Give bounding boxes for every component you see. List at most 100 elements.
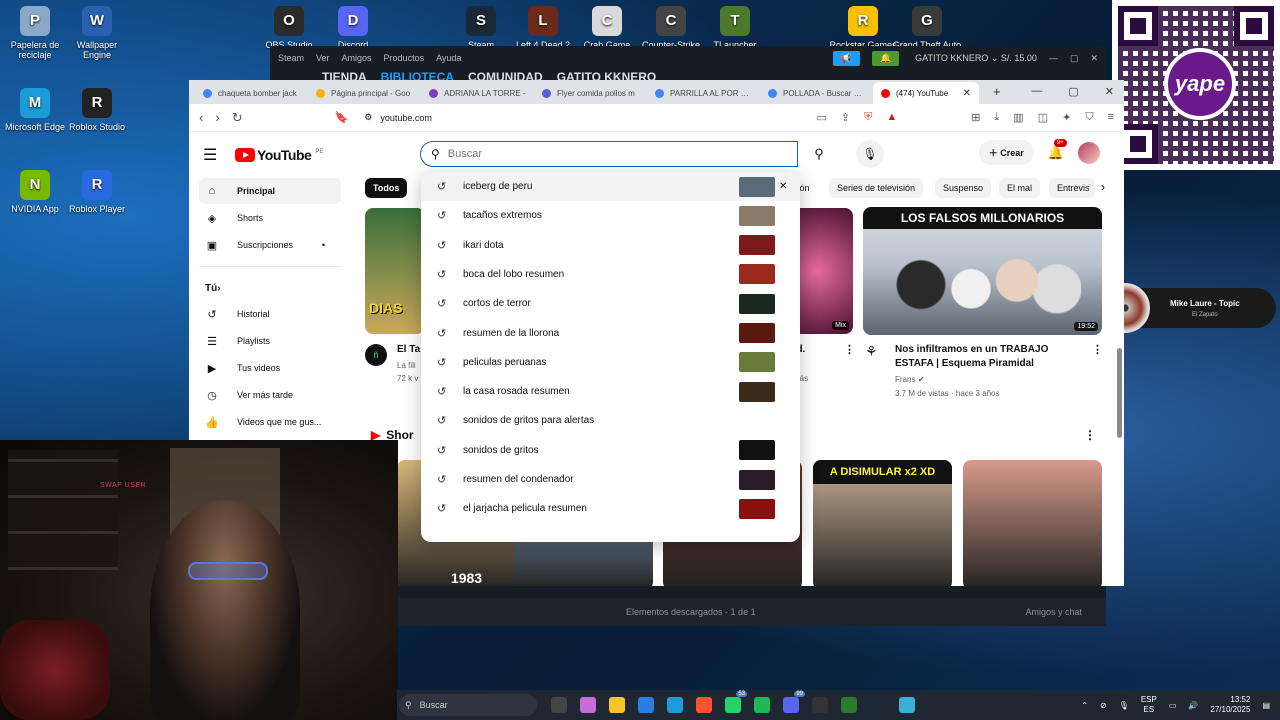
maximize-button[interactable]: ▢ bbox=[1068, 85, 1078, 98]
scrollbar[interactable] bbox=[1117, 348, 1122, 438]
brave-shield-icon[interactable]: ⛨ bbox=[864, 111, 872, 124]
steam-menu-ver[interactable]: Ver bbox=[316, 53, 330, 63]
discord-icon[interactable]: 99 bbox=[783, 691, 805, 713]
volume-icon[interactable]: 🔊 bbox=[1188, 701, 1198, 710]
video-thumbnail[interactable]: DIAS bbox=[365, 208, 425, 334]
browser-tab[interactable]: Flyer comida pollos m bbox=[534, 82, 647, 104]
steam-menu-productos[interactable]: Productos bbox=[384, 53, 425, 63]
suggestion-item[interactable]: ↺ tacaños extremos bbox=[421, 201, 800, 230]
steam-menu-steam[interactable]: Steam bbox=[278, 53, 304, 63]
share-icon[interactable]: ⇪ bbox=[841, 111, 850, 124]
channel-avatar[interactable]: ⚘ bbox=[865, 343, 878, 360]
desktop-icon[interactable]: R Roblox Player bbox=[62, 170, 132, 214]
chip-series[interactable]: Series de televisión bbox=[829, 178, 924, 198]
youtube-logo[interactable]: YouTube PE bbox=[235, 147, 323, 163]
chip-todos[interactable]: Todos bbox=[365, 178, 408, 198]
notifications-button[interactable]: 🔔 9+ bbox=[1048, 138, 1067, 161]
suggestion-item[interactable]: ↺ sonidos de gritos bbox=[421, 436, 800, 465]
desktop-icon[interactable]: C Counter-Strike bbox=[636, 6, 706, 50]
menu-icon[interactable]: ≡ bbox=[1108, 111, 1114, 124]
language-indicator[interactable]: ESP ES bbox=[1141, 695, 1157, 714]
desktop-icon[interactable]: R Rockstar Games bbox=[828, 6, 898, 50]
clock[interactable]: 13:52 27/10/2025 bbox=[1210, 695, 1250, 716]
desktop-icon[interactable]: O OBS Studio bbox=[254, 6, 324, 50]
suggestion-item[interactable]: ↺ cortos de terror bbox=[421, 289, 800, 318]
chip-suspenso[interactable]: Suspenso bbox=[935, 178, 992, 198]
sidebar-item-shorts[interactable]: ◈ Shorts bbox=[199, 205, 341, 231]
forward-icon[interactable]: › bbox=[215, 110, 219, 125]
notifications-icon[interactable]: ▤ bbox=[1262, 701, 1270, 710]
network-off-icon[interactable]: ⊘ bbox=[1100, 701, 1107, 710]
steam-maximize-button[interactable]: ▢ bbox=[1070, 53, 1079, 64]
extensions-icon[interactable]: ⊞ bbox=[971, 111, 980, 124]
short-thumbnail[interactable]: A DISIMULAR x2 XD bbox=[813, 460, 952, 586]
channel-name[interactable]: Frans ✔ bbox=[895, 374, 924, 386]
sidebar-icon[interactable]: ▥ bbox=[1013, 111, 1023, 124]
search-box[interactable]: ⚲ bbox=[420, 141, 798, 167]
brave-icon[interactable] bbox=[696, 697, 712, 713]
short-thumbnail[interactable] bbox=[963, 460, 1102, 586]
copilot-icon[interactable] bbox=[580, 697, 596, 713]
cast-icon[interactable]: ▭ bbox=[816, 111, 826, 124]
video-title[interactable]: El Ta bbox=[397, 343, 420, 357]
leo-icon[interactable]: ✦ bbox=[1062, 111, 1071, 124]
sidebar-you-header[interactable]: Tú › bbox=[199, 275, 341, 301]
suggestion-item[interactable]: ↺ iceberg de peru ✕ bbox=[421, 172, 800, 201]
back-icon[interactable]: ‹ bbox=[199, 110, 203, 125]
video-thumbnail[interactable]: Mix bbox=[793, 208, 853, 334]
guide-menu-icon[interactable]: ☰ bbox=[203, 145, 225, 165]
downloads-status[interactable]: Elementos descargados - 1 de 1 bbox=[626, 607, 756, 617]
steam-minimize-button[interactable]: — bbox=[1049, 53, 1058, 63]
desktop-icon[interactable]: W Wallpaper Engine bbox=[62, 6, 132, 61]
downloads-icon[interactable]: ⤓ bbox=[994, 111, 999, 124]
browser-tab[interactable]: chaqueta bomber jack bbox=[195, 82, 308, 104]
sidebar-item-4[interactable]: 👍 Videos que me gus... bbox=[199, 409, 341, 435]
store-icon[interactable] bbox=[638, 697, 654, 713]
more-options-icon[interactable]: ⋮ bbox=[844, 343, 855, 356]
desktop-icon[interactable]: S Steam bbox=[446, 6, 516, 50]
close-button[interactable]: ✕ bbox=[1105, 85, 1114, 98]
avatar[interactable] bbox=[1078, 141, 1100, 164]
bookmark-icon[interactable]: 🔖 bbox=[335, 111, 349, 124]
edge-icon[interactable] bbox=[667, 697, 683, 713]
create-button[interactable]: ＋ Crear bbox=[978, 140, 1034, 165]
suggestion-item[interactable]: ↺ peliculas peruanas bbox=[421, 348, 800, 377]
desktop-icon[interactable]: R Roblox Studio bbox=[62, 88, 132, 132]
sidebar-item-0[interactable]: ↺ Historial bbox=[199, 301, 341, 327]
url-field[interactable]: ⚙ youtube.com bbox=[364, 112, 432, 123]
chevron-right-icon[interactable]: › bbox=[1101, 180, 1105, 194]
spotify-icon[interactable] bbox=[754, 697, 770, 713]
minimize-button[interactable]: — bbox=[1031, 85, 1042, 98]
suggestion-item[interactable]: ↺ ikari dota bbox=[421, 231, 800, 260]
desktop-icon[interactable]: P Papelera de reciclaje bbox=[0, 6, 70, 61]
desktop-icon[interactable]: G Grand Theft Auto bbox=[892, 6, 962, 50]
remove-suggestion-icon[interactable]: ✕ bbox=[779, 181, 787, 192]
voice-search-button[interactable]: 🎙 bbox=[856, 140, 884, 168]
notification-icon[interactable]: 🔔 bbox=[871, 50, 900, 66]
task-view-icon[interactable] bbox=[551, 697, 567, 713]
channel-name[interactable]: La fili bbox=[397, 360, 416, 372]
video-title[interactable]: Nos infiltramos en un TRABAJO ESTAFA | E… bbox=[895, 343, 1065, 370]
rewards-icon[interactable]: ▲ bbox=[886, 111, 897, 124]
sidebar-item-principal[interactable]: ⌂ Principal bbox=[199, 178, 341, 204]
new-tab-button[interactable]: + bbox=[993, 84, 1001, 99]
close-tab-icon[interactable]: ✕ bbox=[963, 88, 971, 99]
search-input[interactable] bbox=[447, 148, 768, 160]
more-options-icon[interactable]: ⋮ bbox=[1084, 428, 1096, 442]
suggestion-item[interactable]: ↺ resumen de la llorona bbox=[421, 319, 800, 348]
sidebar-item-3[interactable]: ◷ Ver más tarde bbox=[199, 382, 341, 408]
browser-tab[interactable]: POLLADA - Buscar con bbox=[760, 82, 873, 104]
chevron-up-icon[interactable]: ⌃ bbox=[1081, 701, 1088, 710]
chip-entrevistas[interactable]: Entrevis bbox=[1049, 178, 1095, 198]
steam-icon[interactable] bbox=[870, 697, 886, 713]
obs-icon[interactable] bbox=[812, 697, 828, 713]
browser-tab[interactable]: Página principal - Goo bbox=[308, 82, 421, 104]
steam-user[interactable]: GATITO KKNERO ⌄ S/. 15.00 bbox=[915, 53, 1037, 64]
friends-chat-button[interactable]: Amigos y chat bbox=[1025, 607, 1082, 617]
video-thumbnail[interactable]: LOS FALSOS MILLONARIOS 19:52 bbox=[863, 207, 1102, 335]
suggestion-item[interactable]: ↺ la casa rosada resumen bbox=[421, 377, 800, 406]
steam-close-button[interactable]: ✕ bbox=[1090, 53, 1098, 64]
announce-icon[interactable]: 📢 bbox=[832, 50, 860, 66]
sidebar-item-suscripciones[interactable]: ▣ Suscripciones • bbox=[199, 232, 341, 258]
suggestion-item[interactable]: ↺ sonidos de gritos para alertas bbox=[421, 406, 800, 435]
